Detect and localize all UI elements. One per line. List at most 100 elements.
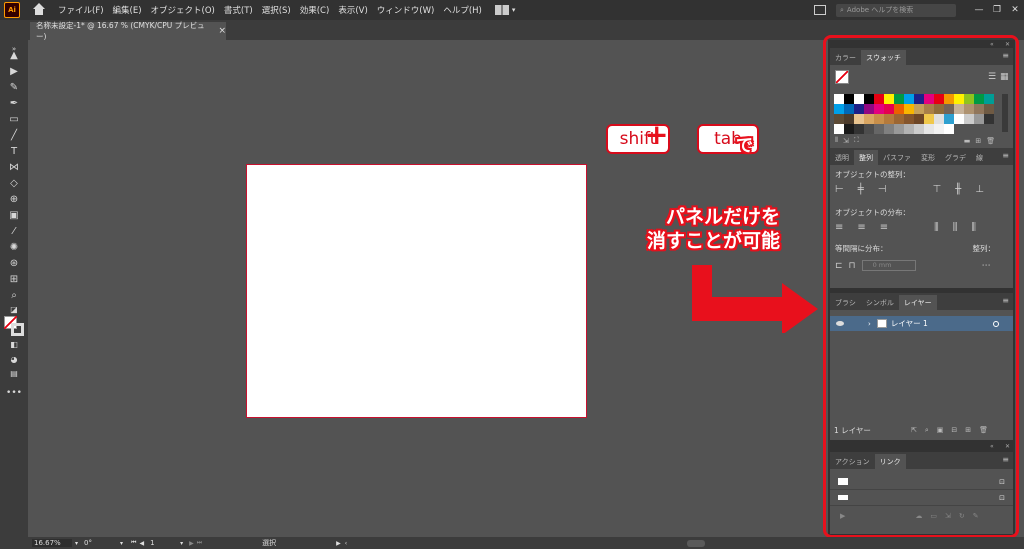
swatch[interactable]: [844, 94, 854, 104]
tab-pathfinder[interactable]: パスファ: [878, 150, 916, 165]
swatch[interactable]: [954, 114, 964, 124]
layer-name[interactable]: レイヤー 1: [891, 318, 928, 329]
menu-help[interactable]: ヘルプ(H): [443, 4, 482, 16]
align-bottom-icon[interactable]: ⊥: [975, 184, 984, 195]
new-layer-icon[interactable]: ⊞: [965, 426, 971, 435]
color-mode-icon[interactable]: ◧: [6, 337, 22, 351]
layer-target-icon[interactable]: [993, 320, 999, 327]
align-to-selection-icon[interactable]: ⋯: [982, 261, 991, 271]
swatch-options-icon[interactable]: ⛶: [854, 136, 859, 145]
tab-links[interactable]: リンク: [874, 454, 906, 469]
swatch[interactable]: [944, 114, 954, 124]
swatch[interactable]: [974, 114, 984, 124]
swatch[interactable]: [854, 124, 864, 134]
menu-file[interactable]: ファイル(F): [58, 4, 104, 16]
panel-menu-icon[interactable]: ≡: [1002, 455, 1009, 464]
swatch[interactable]: [884, 104, 894, 114]
delete-layer-icon[interactable]: 🗑: [979, 426, 988, 435]
prev-artboard-icon[interactable]: ◀: [139, 540, 144, 547]
menu-type[interactable]: 書式(T): [224, 4, 253, 16]
direct-selection-tool-icon[interactable]: ▶: [6, 64, 22, 78]
eraser-tool-icon[interactable]: ◇: [6, 176, 22, 190]
swatch[interactable]: [964, 114, 974, 124]
blend-tool-icon[interactable]: ⊛: [6, 256, 22, 270]
chevron-down-icon[interactable]: ▾: [512, 6, 516, 14]
link-item[interactable]: ⊡: [830, 474, 1013, 490]
tab-transparency[interactable]: 透明: [830, 150, 854, 165]
document-tab[interactable]: 名称未設定-1* @ 16.67 % (CMYK/CPU プレビュー) ×: [30, 21, 226, 41]
swatch-library-icon[interactable]: ⫴: [835, 136, 838, 145]
swatch[interactable]: [924, 124, 934, 134]
swatch[interactable]: [844, 104, 854, 114]
screen-mode-icon[interactable]: ▤: [6, 366, 22, 380]
align-right-icon[interactable]: ⊣: [878, 184, 887, 195]
pen-tool-icon[interactable]: ✒: [6, 96, 22, 110]
align-v-center-icon[interactable]: ╫: [955, 184, 961, 195]
tab-stroke[interactable]: 線: [971, 150, 988, 165]
last-artboard-icon[interactable]: ⏭: [197, 539, 202, 547]
swatch[interactable]: [934, 114, 944, 124]
swatch[interactable]: [894, 114, 904, 124]
magic-wand-tool-icon[interactable]: ✎: [6, 80, 22, 94]
swatch[interactable]: [944, 124, 954, 134]
restore-button[interactable]: ❐: [988, 0, 1006, 20]
swatch[interactable]: [934, 104, 944, 114]
layer-row[interactable]: › レイヤー 1: [830, 316, 1013, 331]
make-clipping-mask-icon[interactable]: ▣: [937, 426, 944, 435]
chevron-down-icon[interactable]: ▾: [75, 540, 78, 547]
close-tab-icon[interactable]: ×: [218, 26, 226, 36]
reflect-tool-icon[interactable]: ⋈: [6, 160, 22, 174]
align-h-center-icon[interactable]: ╪: [858, 184, 864, 195]
scroll-left-icon[interactable]: ‹: [345, 540, 347, 547]
new-swatch-icon[interactable]: ⊞: [975, 137, 981, 145]
go-to-link-icon[interactable]: ⇲: [945, 512, 951, 520]
distribute-h-space-icon[interactable]: ⊓: [849, 261, 856, 271]
gradient-tool-icon[interactable]: ▣: [6, 208, 22, 222]
dock-collapse-icon-2[interactable]: «: [990, 443, 994, 450]
chevron-down-icon[interactable]: ▾: [120, 540, 123, 547]
swatch[interactable]: [904, 114, 914, 124]
swatch[interactable]: [864, 114, 874, 124]
menu-edit[interactable]: 編集(E): [113, 4, 142, 16]
expand-icon[interactable]: ›: [868, 320, 871, 328]
swatch[interactable]: [834, 94, 844, 104]
menu-effect[interactable]: 効果(C): [300, 4, 330, 16]
rectangle-tool-icon[interactable]: ▭: [6, 112, 22, 126]
swatch[interactable]: [984, 94, 994, 104]
link-item[interactable]: ⊡: [830, 490, 1013, 506]
new-group-icon[interactable]: ▬: [964, 137, 971, 145]
tab-actions[interactable]: アクション: [830, 454, 875, 469]
swatch[interactable]: [934, 94, 944, 104]
distribute-top-icon[interactable]: ≡: [835, 222, 843, 233]
help-search-input[interactable]: ⌕ Adobe ヘルプを検索: [836, 3, 956, 17]
distribute-bottom-icon[interactable]: ≡: [880, 222, 888, 233]
menu-object[interactable]: オブジェクト(O): [151, 4, 215, 16]
panel-menu-icon[interactable]: ≡: [1002, 151, 1009, 160]
collect-export-icon[interactable]: ⇱: [911, 426, 917, 435]
menu-view[interactable]: 表示(V): [338, 4, 367, 16]
align-top-icon[interactable]: ⊤: [932, 184, 941, 195]
artboard-tool-icon[interactable]: ⊞: [6, 272, 22, 286]
swatch[interactable]: [934, 124, 944, 134]
swatch[interactable]: [844, 114, 854, 124]
swatch[interactable]: [884, 114, 894, 124]
distribute-v-center-icon[interactable]: ≡: [857, 222, 865, 233]
horizontal-scrollbar-thumb[interactable]: [687, 539, 706, 547]
swatch[interactable]: [914, 124, 924, 134]
home-icon[interactable]: [32, 3, 46, 17]
locate-object-icon[interactable]: ⌕: [925, 426, 929, 435]
swatch[interactable]: [834, 114, 844, 124]
tab-brushes[interactable]: ブラシ: [830, 295, 861, 310]
swatch[interactable]: [864, 94, 874, 104]
relink-icon[interactable]: ▭: [930, 512, 937, 520]
menu-select[interactable]: 選択(S): [262, 4, 291, 16]
swatch[interactable]: [874, 104, 884, 114]
show-swatch-kinds-icon[interactable]: ⇲: [843, 137, 849, 145]
type-tool-icon[interactable]: T: [6, 144, 22, 158]
swatch[interactable]: [894, 94, 904, 104]
swatch[interactable]: [984, 114, 994, 124]
artboard[interactable]: [246, 164, 587, 418]
zoom-tool-icon[interactable]: ⌕: [6, 288, 22, 302]
tab-symbols[interactable]: シンボル: [861, 295, 899, 310]
swatch[interactable]: [974, 104, 984, 114]
